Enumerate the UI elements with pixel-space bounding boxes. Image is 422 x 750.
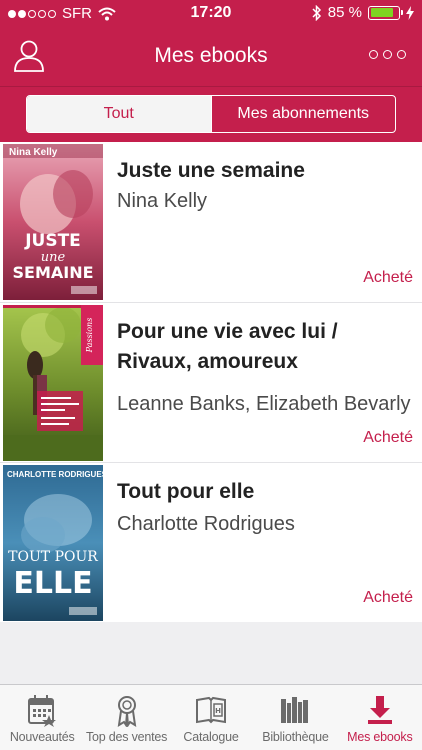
status-bar: SFR 17:20 85 % (0, 0, 422, 28)
tab-catalogue[interactable]: H Catalogue (169, 685, 253, 750)
segment-tout[interactable]: Tout (27, 96, 211, 132)
tab-mes-ebooks[interactable]: Mes ebooks (338, 685, 422, 750)
top-bar: SFR 17:20 85 % Mes ebooks Tout Mes abonn… (0, 0, 422, 142)
tab-label: Bibliothèque (262, 730, 329, 744)
filter-segmented-control: Tout Mes abonnements (26, 95, 396, 133)
purchase-status: Acheté (363, 429, 413, 446)
bookshelf-icon (281, 697, 309, 723)
calendar-icon (28, 695, 57, 727)
tab-label: Catalogue (183, 730, 239, 744)
cover-author-text: Nina Kelly (9, 147, 58, 158)
tab-label: Nouveautés (9, 730, 75, 744)
book-title: Tout pour elle (117, 480, 255, 503)
list-item[interactable]: CHARLOTTE RODRIGUES TOUT POUR ELLE Tout … (0, 462, 422, 622)
open-book-icon: H (196, 696, 227, 724)
battery-icon (368, 5, 403, 20)
book-cover: Nina Kelly JUSTE une SEMAINE (3, 144, 103, 300)
award-ribbon-icon (117, 696, 136, 727)
book-author: Nina Kelly (117, 190, 208, 212)
book-title: Juste une semaine (117, 159, 305, 182)
purchase-status: Acheté (363, 269, 413, 286)
header-divider (0, 86, 422, 87)
ebook-list: Nina Kelly JUSTE une SEMAINE Juste une s… (0, 142, 422, 622)
download-icon (367, 696, 392, 724)
book-title: Pour une vie avec lui / Rivaux, amoureux (117, 320, 338, 373)
tab-top-des-ventes[interactable]: Top des ventes (84, 685, 168, 750)
tab-bar: Nouveautés Top des ventes H Catalogue Bi… (0, 684, 422, 750)
bluetooth-icon (312, 4, 321, 21)
tab-label: Mes ebooks (347, 730, 413, 744)
book-author: Charlotte Rodrigues (117, 513, 295, 535)
svg-text:ELLE: ELLE (13, 566, 92, 601)
cover-collection-text: Passions (85, 318, 94, 354)
battery-percent: 85 % (327, 4, 362, 21)
svg-text:SEMAINE: SEMAINE (12, 263, 93, 282)
book-author: Leanne Banks, Elizabeth Bevarly (117, 393, 411, 415)
svg-text:TOUT POUR: TOUT POUR (8, 549, 98, 565)
tab-label: Top des ventes (85, 730, 168, 744)
tab-bibliotheque[interactable]: Bibliothèque (253, 685, 337, 750)
svg-text:JUSTE: JUSTE (24, 231, 81, 251)
book-cover: Passions (3, 305, 103, 461)
book-cover: CHARLOTTE RODRIGUES TOUT POUR ELLE (3, 465, 103, 621)
tab-nouveautes[interactable]: Nouveautés (0, 685, 84, 750)
segment-mes-abonnements[interactable]: Mes abonnements (210, 96, 396, 132)
cover-author-text: CHARLOTTE RODRIGUES (7, 470, 103, 479)
page-title: Mes ebooks (154, 44, 268, 67)
nav-header: Mes ebooks (0, 28, 422, 86)
svg-text:H: H (215, 707, 221, 715)
list-item[interactable]: Passions Pour une vie avec lui / Rivaux,… (0, 302, 422, 462)
more-icon[interactable] (369, 50, 406, 59)
purchase-status: Acheté (363, 589, 413, 606)
charging-icon (406, 5, 414, 20)
list-item[interactable]: Nina Kelly JUSTE une SEMAINE Juste une s… (0, 142, 422, 302)
